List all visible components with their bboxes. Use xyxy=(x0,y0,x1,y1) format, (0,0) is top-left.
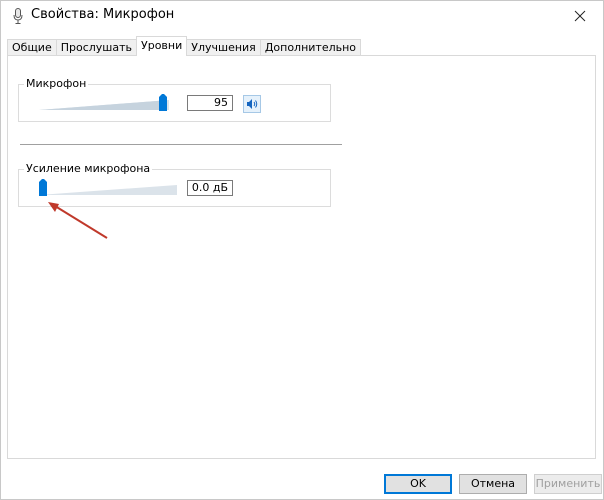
tab-levels[interactable]: Уровни xyxy=(136,36,188,56)
properties-dialog: Свойства: Микрофон Общие Прослушать Уров… xyxy=(0,0,604,500)
microphone-slider-thumb[interactable] xyxy=(159,94,167,111)
window-title: Свойства: Микрофон xyxy=(31,7,175,22)
tab-enhancements[interactable]: Улучшения xyxy=(186,39,261,56)
microphone-boost-label: Усиление микрофона xyxy=(24,162,153,175)
microphone-label: Микрофон xyxy=(24,77,89,90)
microphone-boost-slider-thumb[interactable] xyxy=(39,179,47,196)
close-button[interactable] xyxy=(557,1,603,31)
microphone-boost-slider[interactable] xyxy=(39,179,179,199)
separator xyxy=(20,144,342,146)
close-icon xyxy=(574,10,586,22)
mute-button[interactable] xyxy=(243,95,261,113)
tab-strip: Общие Прослушать Уровни Улучшения Дополн… xyxy=(7,36,362,56)
title-bar: Свойства: Микрофон xyxy=(1,1,603,31)
tab-advanced[interactable]: Дополнительно xyxy=(259,39,362,56)
microphone-slider[interactable] xyxy=(39,94,171,114)
levels-panel: Микрофон 95 Усиление микрофона 0.0 дБ xyxy=(7,55,596,459)
microphone-boost-group: Усиление микрофона 0.0 дБ xyxy=(18,162,331,207)
microphone-level-field[interactable]: 95 xyxy=(187,95,233,111)
microphone-group: Микрофон 95 xyxy=(18,77,331,122)
ok-button[interactable]: OK xyxy=(384,474,452,494)
speaker-icon xyxy=(247,99,258,109)
apply-button[interactable]: Применить xyxy=(534,474,602,494)
tab-listen[interactable]: Прослушать xyxy=(55,39,138,56)
microphone-icon xyxy=(13,8,23,24)
tab-general[interactable]: Общие xyxy=(7,39,57,56)
microphone-boost-field[interactable]: 0.0 дБ xyxy=(187,180,233,196)
cancel-button[interactable]: Отмена xyxy=(459,474,527,494)
